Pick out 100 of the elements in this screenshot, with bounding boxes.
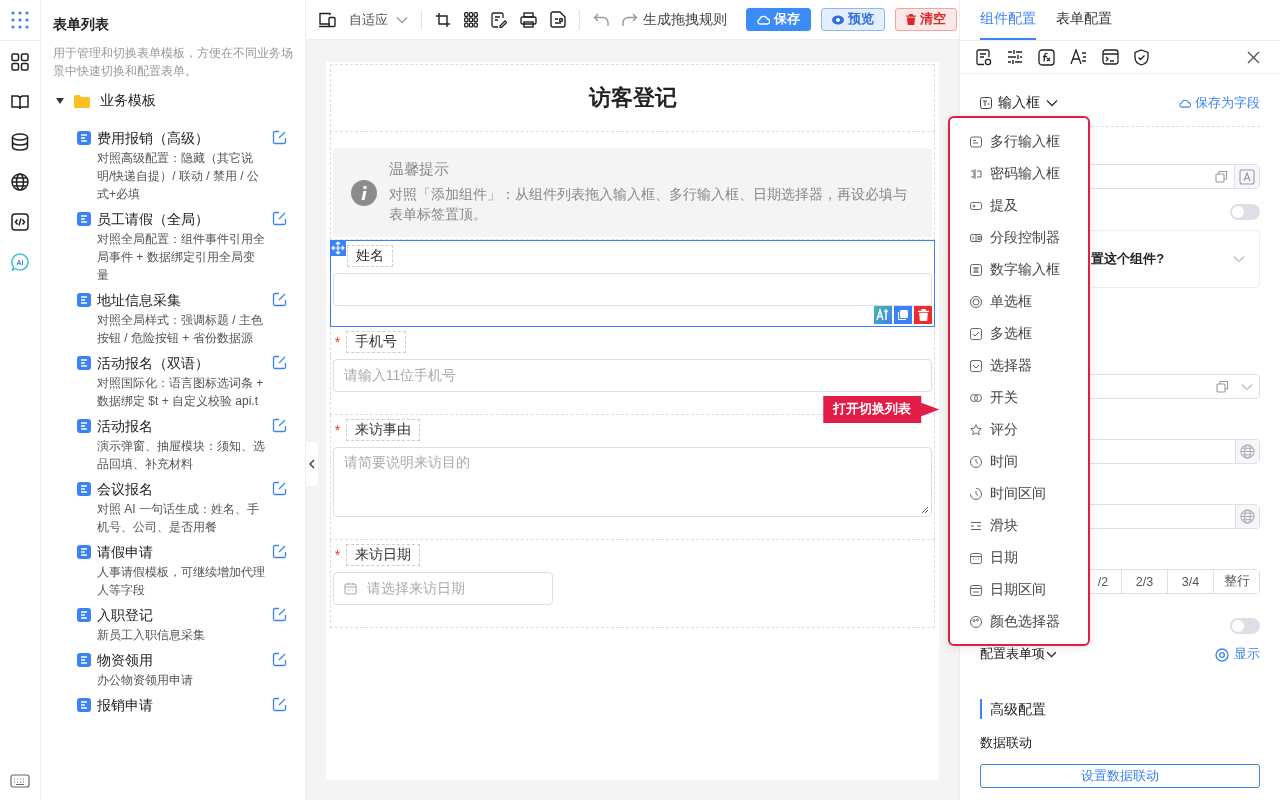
text-style-icon[interactable] <box>1070 49 1088 65</box>
code-icon[interactable] <box>10 212 30 232</box>
generate-rule-link[interactable]: 生成拖拽规则 <box>642 10 727 29</box>
menu-item[interactable]: 多行输入框 <box>950 126 1089 158</box>
redo-icon[interactable] <box>621 12 638 27</box>
template-title[interactable]: 活动报名 <box>97 416 266 436</box>
database-icon[interactable] <box>10 132 30 152</box>
document-icon <box>77 212 91 226</box>
delete-icon[interactable] <box>914 306 933 324</box>
template-title[interactable]: 报销申请 <box>97 695 266 715</box>
terminal-icon[interactable] <box>1102 49 1120 65</box>
panel-tab[interactable]: 表单配置 <box>1056 0 1113 40</box>
linkage-label: 数据联动 <box>980 735 1034 752</box>
text-input-type-icon <box>980 97 993 109</box>
form-item[interactable]: * 来访日期 请选择来访日期 <box>329 540 936 628</box>
form-item[interactable]: 姓名 <box>329 240 936 327</box>
template-title[interactable]: 活动报名（双语） <box>97 353 266 373</box>
menu-item[interactable]: 单选框 <box>950 286 1089 318</box>
show-link[interactable]: 显示 <box>1215 646 1260 663</box>
menu-item[interactable]: 时间区间 <box>950 478 1089 510</box>
function-icon[interactable] <box>1038 48 1056 66</box>
template-title[interactable]: 地址信息采集 <box>97 290 266 310</box>
shield-check-icon[interactable] <box>1134 48 1150 66</box>
edit-document-icon[interactable] <box>490 11 507 28</box>
globe-icon[interactable] <box>10 172 30 192</box>
copy-icon[interactable] <box>894 306 913 324</box>
edit-icon[interactable] <box>271 544 287 559</box>
component-type-select[interactable]: 输入框 <box>980 94 1059 112</box>
checkbox-type-icon <box>970 328 983 340</box>
file-icon[interactable] <box>549 11 566 28</box>
edit-icon[interactable] <box>271 697 287 712</box>
toggle-switch[interactable] <box>1230 618 1260 634</box>
toolbar-button[interactable]: 预览 <box>820 8 885 31</box>
sliders-icon[interactable] <box>1007 50 1024 64</box>
edit-icon[interactable] <box>271 355 287 370</box>
template-title[interactable]: 入职登记 <box>97 605 266 625</box>
menu-item[interactable]: 滑块 <box>950 510 1089 542</box>
calendar-icon <box>343 582 357 595</box>
menu-item[interactable]: 密码输入框 <box>950 158 1089 190</box>
save-as-field-link[interactable]: 保存为字段 <box>1179 94 1260 112</box>
panel-tab[interactable]: 组件配置 <box>980 0 1037 40</box>
menu-item[interactable]: 时间 <box>950 446 1089 478</box>
resize-grip-icon[interactable] <box>921 506 930 514</box>
edit-icon[interactable] <box>271 652 287 667</box>
required-asterisk: * <box>334 547 341 563</box>
document-icon <box>77 293 91 307</box>
text-input[interactable] <box>332 273 933 306</box>
template-title[interactable]: 会议报名 <box>97 479 266 499</box>
print-icon[interactable] <box>519 11 537 28</box>
sidebar-description: 用于管理和切换表单模板，方便在不同业务场景中快速切换和配置表单。 <box>53 45 294 80</box>
menu-item[interactable]: 开关 <box>950 382 1089 414</box>
document-icon <box>77 131 91 145</box>
apps-grid-icon[interactable] <box>10 10 30 30</box>
color-type-icon <box>970 616 983 628</box>
toggle-switch[interactable] <box>1230 204 1260 220</box>
template-title[interactable]: 物资领用 <box>97 650 266 670</box>
chevron-down-icon <box>395 15 408 24</box>
edit-icon[interactable] <box>271 418 287 433</box>
copy-icon[interactable] <box>1215 170 1228 183</box>
mention-type-icon <box>970 200 983 212</box>
folder-row[interactable]: 业务模板 <box>56 92 301 110</box>
form-settings-icon[interactable] <box>976 48 993 66</box>
menu-item[interactable]: 评分 <box>950 414 1089 446</box>
layout-mode-select[interactable]: 自适应 <box>348 10 408 29</box>
template-title[interactable]: 员工请假（全局） <box>97 209 266 229</box>
edit-icon[interactable] <box>271 292 287 307</box>
crop-icon[interactable] <box>434 11 451 28</box>
book-icon[interactable] <box>10 92 30 112</box>
menu-item[interactable]: 提及 <box>950 190 1089 222</box>
device-icon[interactable] <box>317 11 336 28</box>
grid-icon[interactable] <box>463 11 478 28</box>
keyboard-icon[interactable] <box>10 774 30 788</box>
undo-icon[interactable] <box>592 12 609 27</box>
letter-a-icon[interactable] <box>1239 168 1255 185</box>
edit-icon[interactable] <box>271 211 287 226</box>
edit-icon[interactable] <box>271 607 287 622</box>
toolbar-button[interactable]: 清空 <box>894 8 957 31</box>
move-handle-icon[interactable] <box>329 240 346 256</box>
grid-icon[interactable] <box>10 52 30 72</box>
menu-item[interactable]: 多选框 <box>950 318 1089 350</box>
config-items-dropdown[interactable]: 配置表单项 <box>980 646 1058 663</box>
template-description: 人事请假模板，可继续增加代理人等字段 <box>97 564 266 599</box>
menu-item[interactable]: 选择器 <box>950 350 1089 382</box>
edit-icon[interactable] <box>271 130 287 145</box>
template-title[interactable]: 请假申请 <box>97 542 266 562</box>
document-icon <box>77 698 91 712</box>
chevron-left-icon <box>308 459 315 469</box>
template-description: 对照 AI 一句话生成：姓名、手机号、公司、是否用餐 <box>97 501 260 536</box>
menu-item[interactable]: 颜色选择器 <box>950 606 1089 638</box>
template-title[interactable]: 费用报销（高级） <box>97 128 266 148</box>
width-option[interactable]: 整行 <box>1213 570 1259 593</box>
ai-action-icon[interactable] <box>874 306 893 324</box>
template-description: 对照国际化：语言图标选词条 + 数据绑定 $t + 自定义校验 api.t <box>97 375 265 410</box>
set-linkage-button[interactable]: 设置数据联动 <box>980 764 1260 788</box>
slider-type-icon <box>970 520 983 532</box>
copy-icon[interactable] <box>1216 380 1229 393</box>
edit-icon[interactable] <box>271 481 287 496</box>
close-icon[interactable] <box>1247 50 1260 64</box>
document-icon <box>77 653 91 667</box>
document-icon <box>77 608 91 622</box>
